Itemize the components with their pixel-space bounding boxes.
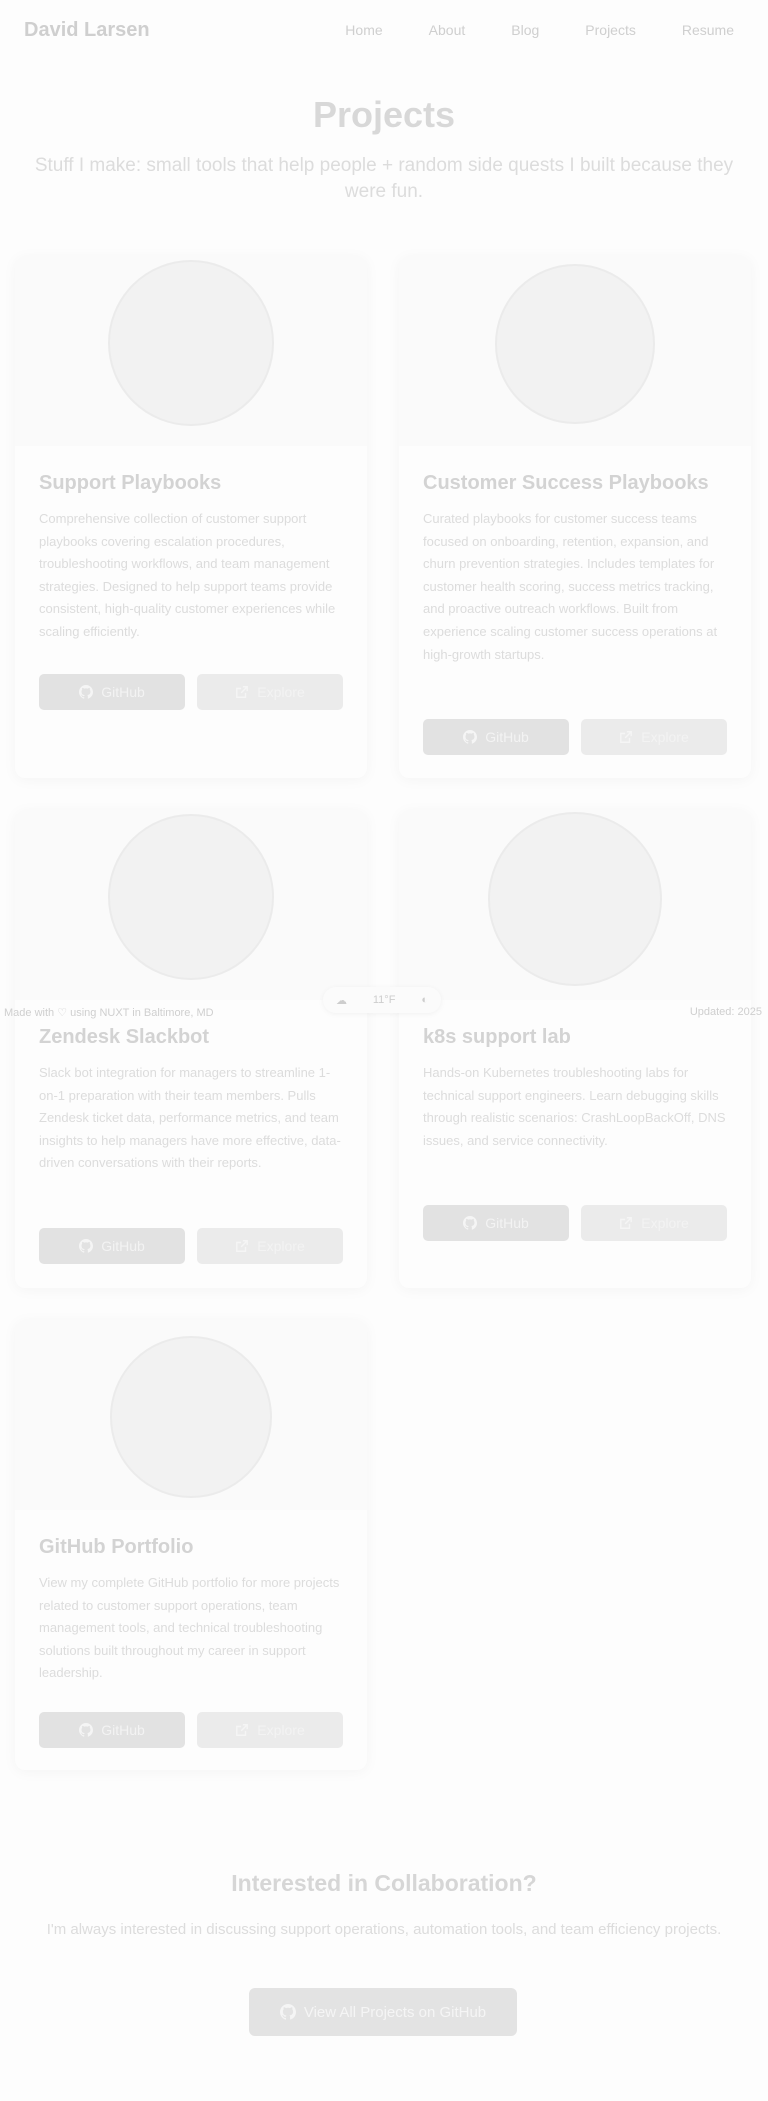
project-title: Zendesk Slackbot — [39, 1026, 210, 1048]
github-icon — [79, 1239, 94, 1253]
external-link-icon — [236, 686, 249, 698]
explore-button[interactable]: Explore — [197, 1712, 343, 1748]
github-icon — [463, 1216, 478, 1230]
github-button[interactable]: GitHub — [39, 1228, 185, 1264]
project-description: Hands-on Kubernetes troubleshooting labs… — [423, 1065, 726, 1148]
nav-link-home[interactable]: Home — [345, 22, 382, 38]
project-description: Curated playbooks for customer success t… — [423, 511, 718, 662]
project-card: Support Playbooks Comprehensive collecti… — [15, 256, 367, 778]
github-button-label: GitHub — [485, 1215, 529, 1231]
project-image — [399, 256, 751, 446]
view-all-projects-label: View All Projects on GitHub — [303, 2003, 487, 2021]
project-card: GitHub Portfolio View my complete GitHub… — [15, 1320, 367, 1770]
external-link-icon — [236, 1240, 249, 1252]
explore-button-label: Explore — [257, 1722, 305, 1738]
github-button-label: GitHub — [101, 684, 145, 700]
footer-credit: Made with ♡ using NUXT in Baltimore, MD — [4, 1007, 214, 1019]
project-title: Support Playbooks — [39, 472, 222, 494]
weather-reading: 11°F — [373, 994, 396, 1006]
project-card: Zendesk Slackbot Slack bot integration f… — [15, 810, 367, 1288]
raccoon-laptop-illustration-icon — [110, 1336, 272, 1498]
github-icon — [463, 730, 478, 744]
project-description: Comprehensive collection of customer sup… — [39, 511, 336, 639]
page-subtitle: Stuff I make: small tools that help peop… — [34, 155, 734, 202]
explore-button-label: Explore — [641, 729, 689, 745]
explore-button[interactable]: Explore — [581, 1205, 727, 1241]
project-description: View my complete GitHub portfolio for mo… — [39, 1575, 340, 1681]
fox-laptop-illustration-icon — [488, 812, 662, 986]
github-icon — [279, 2004, 296, 2020]
project-card: k8s support lab Hands-on Kubernetes trou… — [399, 810, 751, 1288]
help-desk-illustration-icon — [108, 260, 274, 426]
top-nav: David Larsen Home About Blog Projects Re… — [0, 0, 768, 62]
project-image — [15, 1320, 367, 1510]
explore-button[interactable]: Explore — [581, 719, 727, 755]
github-button-label: GitHub — [101, 1238, 145, 1254]
theme-toggle-icon[interactable]: ◐ — [421, 994, 428, 1006]
project-image — [15, 810, 367, 1000]
explore-button[interactable]: Explore — [197, 1228, 343, 1264]
github-button-label: GitHub — [101, 1722, 145, 1738]
footer-updated: Updated: 2025 — [689, 1006, 762, 1018]
explore-button-label: Explore — [257, 1238, 305, 1254]
external-link-icon — [620, 731, 633, 743]
project-title: Customer Success Playbooks — [423, 472, 709, 494]
project-image — [399, 810, 751, 1000]
nav-link-about[interactable]: About — [429, 22, 466, 38]
github-button-label: GitHub — [485, 729, 529, 745]
weather-temp: 11 — [372, 994, 385, 1006]
github-button[interactable]: GitHub — [423, 719, 569, 755]
project-title: k8s support lab — [423, 1026, 571, 1048]
view-all-projects-button[interactable]: View All Projects on GitHub — [249, 1988, 517, 2036]
site-brand[interactable]: David Larsen — [24, 19, 150, 42]
weather-unit: °F — [384, 994, 396, 1006]
cta-title: Interested in Collaboration? — [231, 1870, 537, 1896]
nav-link-projects[interactable]: Projects — [585, 22, 636, 38]
explore-button-label: Explore — [641, 1215, 689, 1231]
project-title: GitHub Portfolio — [39, 1536, 194, 1558]
fox-illustration-icon — [495, 264, 655, 424]
github-button[interactable]: GitHub — [39, 674, 185, 710]
github-button[interactable]: GitHub — [423, 1205, 569, 1241]
zendesk-raccoon-illustration-icon — [108, 814, 274, 980]
github-icon — [79, 1723, 94, 1737]
github-icon — [79, 685, 94, 699]
explore-button-label: Explore — [257, 684, 305, 700]
github-button[interactable]: GitHub — [39, 1712, 185, 1748]
cta-text: I'm always interested in discussing supp… — [46, 1921, 722, 1938]
nav-links: Home About Blog Projects Resume — [299, 22, 734, 38]
external-link-icon — [620, 1217, 633, 1229]
cloud-icon: ☁ — [335, 994, 347, 1007]
nav-link-resume[interactable]: Resume — [682, 22, 734, 38]
project-description: Slack bot integration for managers to st… — [39, 1065, 341, 1171]
project-card: Customer Success Playbooks Curated playb… — [399, 256, 751, 778]
weather-widget[interactable]: ☁ 11°F ◐ — [323, 987, 441, 1013]
external-link-icon — [236, 1724, 249, 1736]
nav-link-blog[interactable]: Blog — [511, 22, 539, 38]
explore-button[interactable]: Explore — [197, 674, 343, 710]
page-title: Projects — [312, 94, 456, 135]
project-image — [15, 256, 367, 446]
